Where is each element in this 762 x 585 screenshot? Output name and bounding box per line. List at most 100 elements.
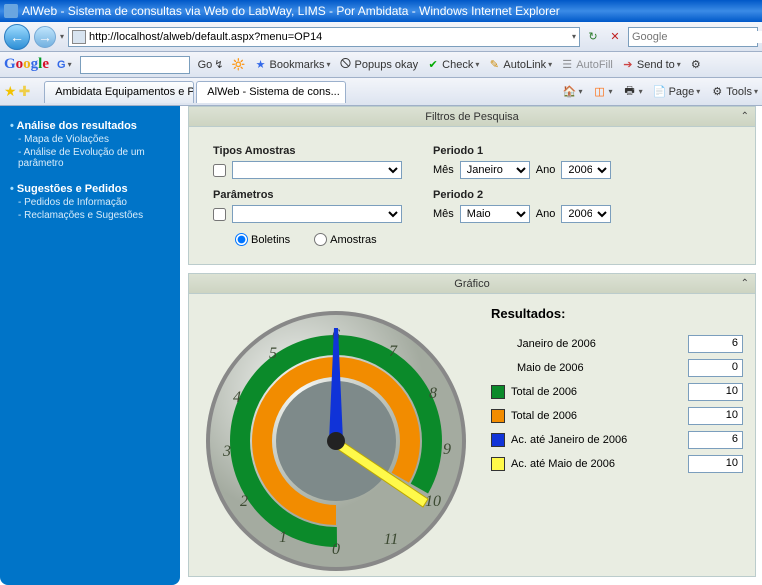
result-row: Janeiro de 2006 6 bbox=[491, 335, 743, 353]
svg-text:8: 8 bbox=[429, 385, 437, 402]
tab-alweb[interactable]: AlWeb - Sistema de cons... ✕ bbox=[196, 81, 346, 103]
result-row: Ac. até Maio de 200610 bbox=[491, 455, 743, 473]
stop-button[interactable]: ✕ bbox=[606, 28, 624, 46]
color-swatch bbox=[491, 457, 505, 471]
favorites-button[interactable]: ★ bbox=[4, 83, 17, 100]
gtb-go-button[interactable]: Go↯ bbox=[198, 58, 224, 71]
filters-header: Filtros de Pesquisa ⌃ bbox=[189, 107, 755, 127]
result-value: 10 bbox=[688, 455, 743, 473]
mes1-select[interactable]: Janeiro bbox=[460, 161, 530, 179]
tipos-select[interactable] bbox=[232, 161, 402, 179]
ano-label: Ano bbox=[536, 164, 556, 176]
forward-button[interactable] bbox=[34, 26, 56, 48]
window-title: AlWeb - Sistema de consultas via Web do … bbox=[22, 4, 560, 18]
sidebar-item-pedidos[interactable]: Pedidos de Informação bbox=[18, 197, 170, 208]
result-label: Maio de 2006 bbox=[517, 362, 682, 374]
svg-text:9: 9 bbox=[443, 441, 451, 458]
gtb-search-input[interactable] bbox=[80, 56, 190, 74]
refresh-button[interactable]: ↻ bbox=[584, 28, 602, 46]
gtb-popups-button[interactable]: 🛇Popups okay bbox=[339, 58, 419, 72]
gtb-news-button[interactable]: 🔆 bbox=[232, 58, 246, 72]
result-row: Maio de 2006 0 bbox=[491, 359, 743, 377]
ano-label: Ano bbox=[536, 208, 556, 220]
result-label: Janeiro de 2006 bbox=[517, 338, 682, 350]
collapse-icon[interactable]: ⌃ bbox=[741, 111, 749, 122]
search-bar[interactable]: 🔍 bbox=[628, 27, 758, 47]
radio-boletins[interactable]: Boletins bbox=[235, 233, 290, 246]
parametros-checkbox[interactable] bbox=[213, 208, 226, 221]
ano2-select[interactable]: 2006 bbox=[561, 205, 611, 223]
gtb-menu-button[interactable]: G▾ bbox=[57, 59, 72, 71]
results-block: Resultados: Janeiro de 2006 6 Maio de 2006… bbox=[491, 306, 743, 576]
svg-text:10: 10 bbox=[425, 493, 441, 510]
ano1-select[interactable]: 2006 bbox=[561, 161, 611, 179]
feeds-button[interactable]: ◫▾ bbox=[593, 85, 613, 99]
svg-text:11: 11 bbox=[384, 531, 399, 548]
history-drop-icon[interactable]: ▾ bbox=[60, 32, 64, 41]
mes-label: Mês bbox=[433, 164, 454, 176]
tab-label: Ambidata Equipamentos e Pr... bbox=[55, 86, 194, 98]
svg-text:1: 1 bbox=[279, 529, 287, 546]
result-value: 10 bbox=[688, 383, 743, 401]
color-swatch bbox=[491, 409, 505, 423]
google-toolbar: Google G▾ Go↯ 🔆 ★Bookmarks▾ 🛇Popups okay… bbox=[0, 52, 762, 78]
address-bar[interactable]: ▾ bbox=[68, 27, 580, 47]
svg-text:7: 7 bbox=[389, 343, 398, 360]
print-button[interactable]: 🖶▾ bbox=[623, 85, 643, 99]
sidebar-item-evolucao[interactable]: Análise de Evolução de um parâmetro bbox=[18, 147, 170, 169]
chart-header: Gráfico ⌃ bbox=[189, 274, 755, 294]
result-value: 0 bbox=[688, 359, 743, 377]
sidebar-item-mapa[interactable]: Mapa de Violações bbox=[18, 134, 170, 145]
url-input[interactable] bbox=[89, 31, 569, 43]
sidebar-head-analise[interactable]: Análise dos resultados bbox=[10, 120, 170, 132]
parametros-select[interactable] bbox=[232, 205, 402, 223]
url-drop-icon[interactable]: ▾ bbox=[572, 32, 576, 41]
chart-title: Gráfico bbox=[454, 278, 489, 290]
result-label: Total de 2006 bbox=[511, 410, 682, 422]
gtb-check-button[interactable]: ✔Check▾ bbox=[426, 58, 479, 72]
browser-navbar: ▾ ▾ ↻ ✕ 🔍 bbox=[0, 22, 762, 52]
add-favorite-button[interactable]: ✚ bbox=[19, 83, 31, 100]
results-title: Resultados: bbox=[491, 306, 743, 321]
tipos-label: Tipos Amostras bbox=[213, 145, 433, 157]
back-button[interactable] bbox=[4, 24, 30, 50]
tipos-checkbox[interactable] bbox=[213, 164, 226, 177]
tab-label: AlWeb - Sistema de cons... bbox=[207, 86, 339, 98]
svg-text:4: 4 bbox=[233, 389, 241, 406]
result-row: Total de 2006 10 bbox=[491, 407, 743, 425]
window-titlebar: AlWeb - Sistema de consultas via Web do … bbox=[0, 0, 762, 22]
svg-text:5: 5 bbox=[269, 345, 277, 362]
tools-menu[interactable]: ⚙Tools▾ bbox=[710, 85, 758, 99]
gtb-autolink-button[interactable]: ✎AutoLink▾ bbox=[487, 58, 552, 72]
gtb-bookmarks-button[interactable]: ★Bookmarks▾ bbox=[254, 58, 331, 72]
sidebar: Análise dos resultados Mapa de Violações… bbox=[0, 106, 180, 585]
periodo2-label: Periodo 2 bbox=[433, 189, 653, 201]
search-input[interactable] bbox=[632, 31, 762, 43]
radio-amostras[interactable]: Amostras bbox=[314, 233, 376, 246]
gauge-chart: 01 23 45 67 89 1011 bbox=[201, 306, 471, 576]
page-icon bbox=[72, 30, 86, 44]
mes2-select[interactable]: Maio bbox=[460, 205, 530, 223]
gtb-autofill-button[interactable]: ☰AutoFill bbox=[560, 58, 613, 72]
home-button[interactable]: 🏠▾ bbox=[563, 85, 583, 99]
svg-text:3: 3 bbox=[222, 443, 231, 460]
gtb-settings-button[interactable]: ⚙ bbox=[689, 58, 703, 72]
sidebar-item-reclamacoes[interactable]: Reclamações e Sugestões bbox=[18, 210, 170, 221]
filters-panel: Filtros de Pesquisa ⌃ Tipos Amostras Per… bbox=[188, 106, 756, 265]
tab-ambidata[interactable]: Ambidata Equipamentos e Pr... bbox=[44, 81, 194, 103]
result-row: Total de 200610 bbox=[491, 383, 743, 401]
main-area: Filtros de Pesquisa ⌃ Tipos Amostras Per… bbox=[188, 106, 762, 585]
result-value: 10 bbox=[688, 407, 743, 425]
page-content: Análise dos resultados Mapa de Violações… bbox=[0, 106, 762, 585]
result-label: Ac. até Janeiro de 2006 bbox=[511, 434, 682, 446]
svg-text:2: 2 bbox=[240, 493, 248, 510]
filters-title: Filtros de Pesquisa bbox=[425, 111, 519, 123]
chart-panel: Gráfico ⌃ bbox=[188, 273, 756, 577]
sidebar-head-sugestoes[interactable]: Sugestões e Pedidos bbox=[10, 183, 170, 195]
collapse-icon[interactable]: ⌃ bbox=[741, 278, 749, 289]
app-icon bbox=[4, 4, 18, 18]
mes-label: Mês bbox=[433, 208, 454, 220]
result-value: 6 bbox=[688, 335, 743, 353]
page-menu[interactable]: 📄Page▾ bbox=[653, 85, 701, 99]
gtb-sendto-button[interactable]: ➔Send to▾ bbox=[621, 58, 681, 72]
